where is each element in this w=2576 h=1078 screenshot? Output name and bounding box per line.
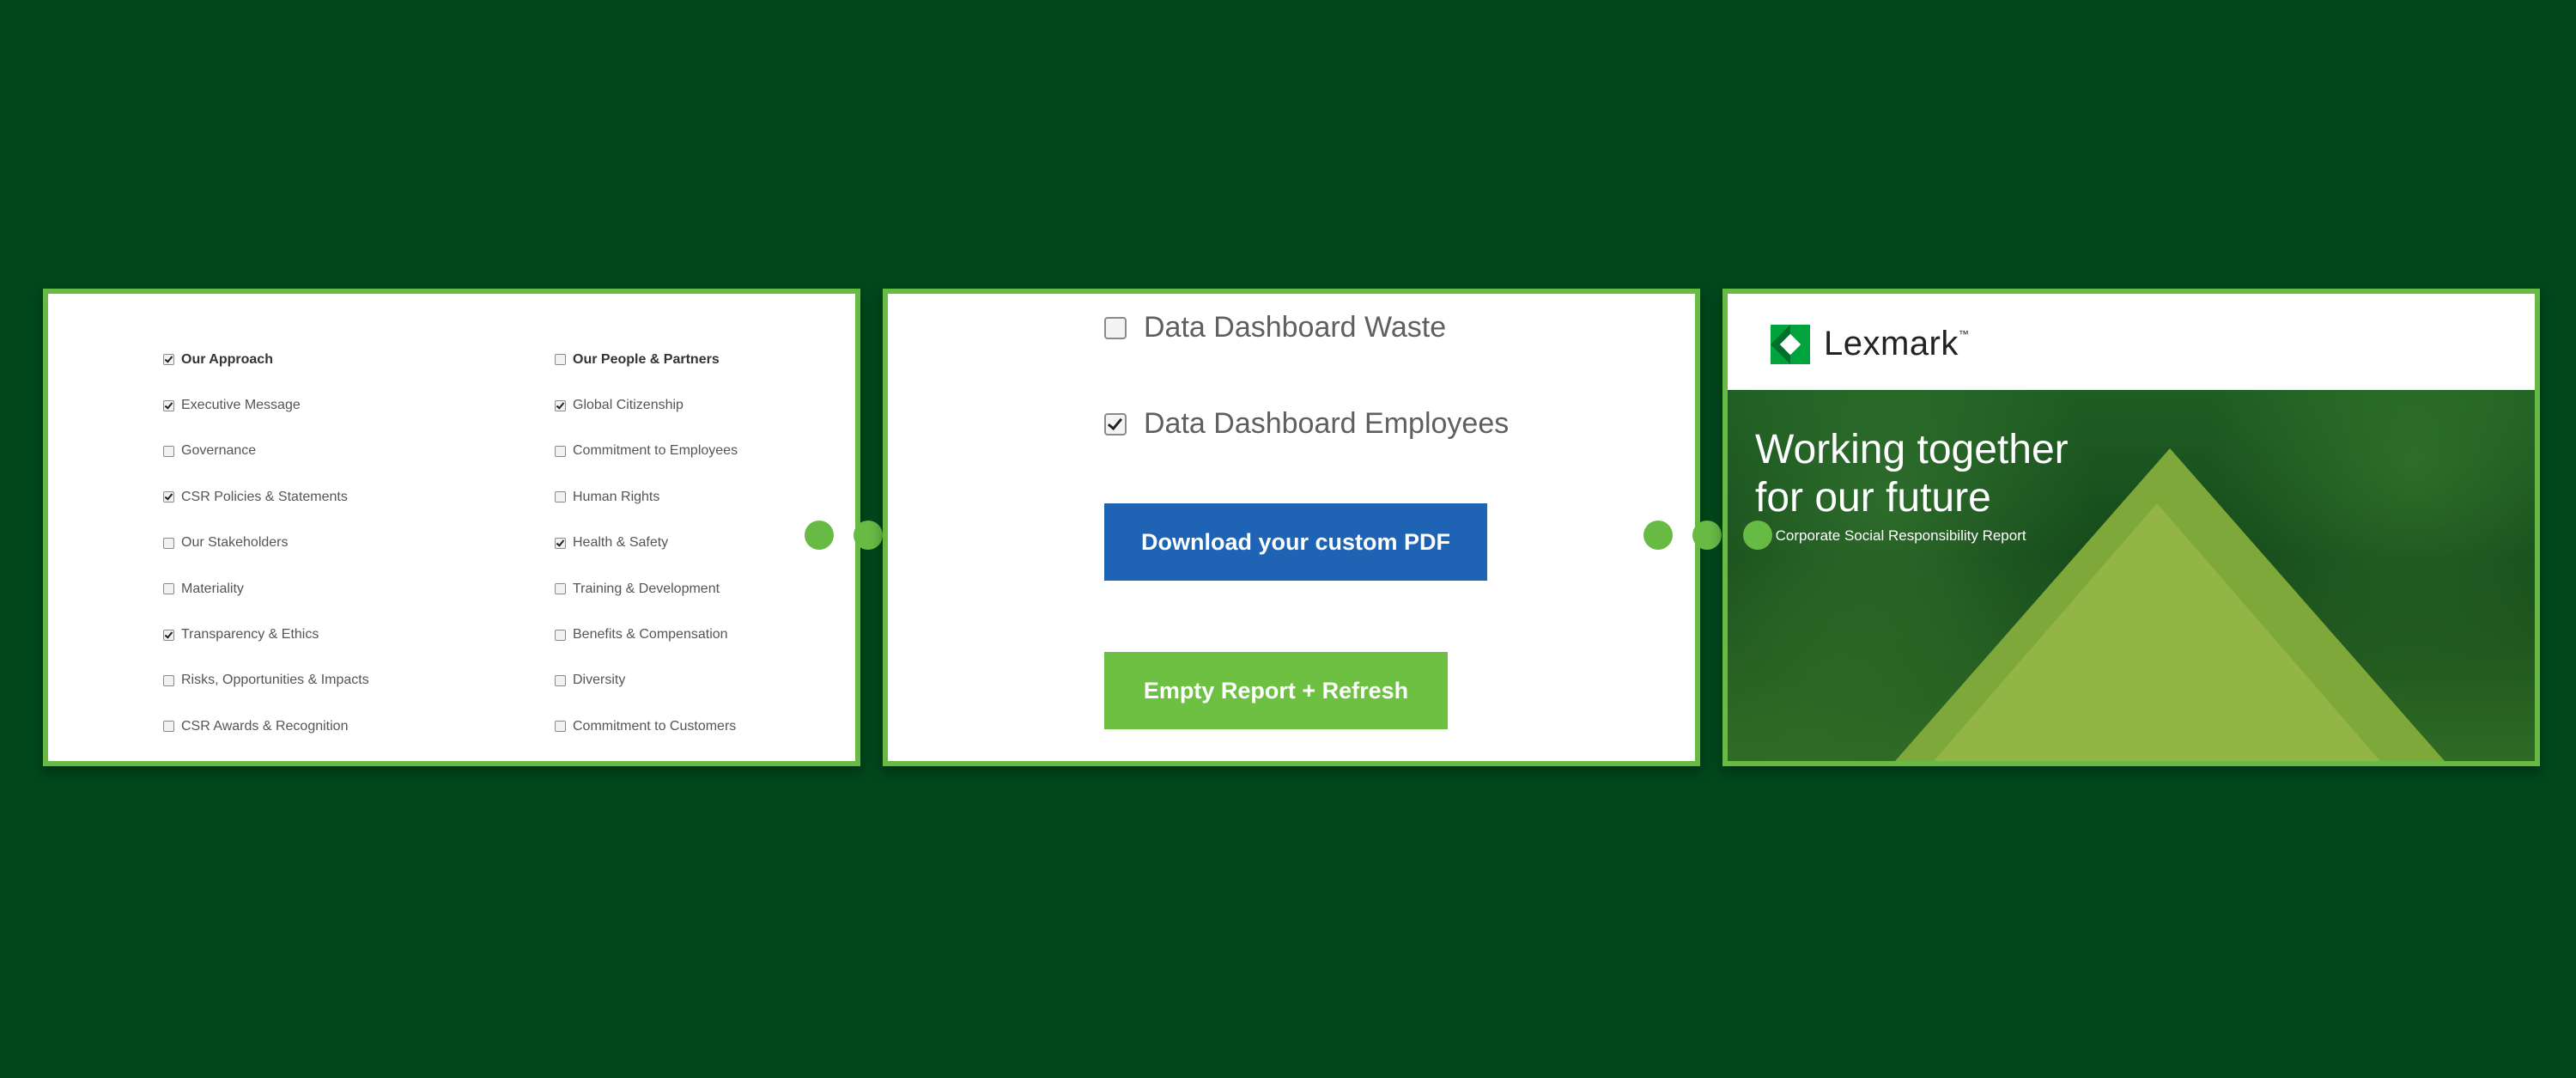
checkbox[interactable] [555, 674, 566, 686]
checklist-label: CSR Awards & Recognition [181, 718, 349, 734]
checklist-column-right: Our People & Partners Global Citizenship… [555, 337, 738, 750]
checklist-item[interactable]: Commitment to Customers [555, 703, 738, 749]
checkbox[interactable] [163, 674, 174, 686]
checkbox[interactable] [555, 537, 566, 549]
checkbox[interactable] [555, 583, 566, 595]
checkbox[interactable] [555, 491, 566, 503]
checkbox[interactable] [555, 445, 566, 457]
connector-dot [854, 521, 883, 550]
brand-bar: Lexmark™ [1728, 294, 2535, 390]
checklist-label: Commitment to Customers [573, 718, 737, 734]
dashboard-employees-checkbox[interactable] [1104, 412, 1127, 435]
checklist-label: Training & Development [573, 581, 720, 596]
checklist-item[interactable]: Our People & Partners [555, 337, 738, 382]
checklist-label: Transparency & Ethics [181, 627, 319, 643]
checklist-label: Our Approach [181, 351, 273, 367]
report-cover-preview: Lexmark™ Working together for our future… [1722, 289, 2540, 766]
checklist-label: Our Stakeholders [181, 535, 289, 551]
connector-dot [805, 521, 834, 550]
checkbox[interactable] [163, 629, 174, 641]
empty-report-refresh-button[interactable]: Empty Report + Refresh [1104, 652, 1448, 729]
connector-dot [1743, 521, 1772, 550]
checklist-label: Benefits & Compensation [573, 627, 728, 643]
checklist-column-left: Our Approach Executive Message Governanc… [163, 337, 369, 750]
forest-cover-image: Working together for our future 17 Corpo… [1728, 390, 2535, 761]
checklist-label: Governance [181, 443, 257, 459]
checklist-label: Risks, Opportunities & Impacts [181, 673, 369, 688]
checklist-label: CSR Policies & Statements [181, 489, 348, 504]
checklist-item[interactable]: Transparency & Ethics [163, 612, 369, 657]
checkbox[interactable] [163, 354, 174, 366]
checklist-item[interactable]: Health & Safety [555, 521, 738, 566]
checkbox[interactable] [555, 629, 566, 641]
checkbox[interactable] [163, 537, 174, 549]
checklist-item[interactable]: Global Citizenship [555, 382, 738, 428]
dashboard-employees-option[interactable]: Data Dashboard Employees [1104, 407, 1509, 441]
checklist-label: Human Rights [573, 489, 660, 504]
checklist-item[interactable]: Commitment to Employees [555, 429, 738, 474]
cover-subtitle: 17 Corporate Social Responsibility Repor… [1755, 527, 2026, 544]
checkbox[interactable] [163, 721, 174, 733]
dashboard-waste-checkbox[interactable] [1104, 316, 1127, 339]
checklist-item[interactable]: Training & Development [555, 566, 738, 612]
checklist-item[interactable]: CSR Awards & Recognition [163, 703, 369, 749]
checklist-label: Global Citizenship [573, 398, 683, 413]
checkbox[interactable] [163, 399, 174, 411]
checklist-item[interactable]: Benefits & Compensation [555, 612, 738, 657]
checklist-item[interactable]: CSR Policies & Statements [163, 474, 369, 520]
checkbox[interactable] [555, 354, 566, 366]
download-pdf-button[interactable]: Download your custom PDF [1104, 503, 1487, 581]
brand-name: Lexmark™ [1824, 325, 1970, 362]
checklist-item[interactable]: Human Rights [555, 474, 738, 520]
checklist-item[interactable]: Governance [163, 429, 369, 474]
dashboard-waste-label: Data Dashboard Waste [1144, 311, 1447, 344]
checklist-label: Executive Message [181, 398, 301, 413]
checkbox[interactable] [555, 721, 566, 733]
section-checklist-panel: Our Approach Executive Message Governanc… [43, 289, 860, 766]
checklist-item[interactable]: Materiality [163, 566, 369, 612]
checklist-item[interactable]: Diversity [555, 658, 738, 703]
checklist-label: Commitment to Employees [573, 443, 738, 459]
connector-dot [1692, 521, 1722, 550]
checklist-item[interactable]: Our Stakeholders [163, 521, 369, 566]
checklist-item[interactable]: Executive Message [163, 382, 369, 428]
dashboard-waste-option[interactable]: Data Dashboard Waste [1104, 311, 1446, 344]
checklist-label: Materiality [181, 581, 244, 596]
checkbox[interactable] [163, 445, 174, 457]
checkbox[interactable] [163, 491, 174, 503]
checklist-label: Our People & Partners [573, 351, 720, 367]
cover-title: Working together for our future [1755, 427, 2069, 521]
checklist-item[interactable]: Our Approach [163, 337, 369, 382]
dashboard-employees-label: Data Dashboard Employees [1144, 407, 1510, 440]
checklist-item[interactable]: Risks, Opportunities & Impacts [163, 658, 369, 703]
checkbox[interactable] [163, 583, 174, 595]
checkbox[interactable] [555, 399, 566, 411]
connector-dot [1643, 521, 1673, 550]
checklist-label: Health & Safety [573, 535, 669, 551]
lexmark-logo-icon [1771, 325, 1810, 364]
report-actions-panel: Data Dashboard Waste Data Dashboard Empl… [883, 289, 1700, 766]
checklist-label: Diversity [573, 673, 626, 688]
